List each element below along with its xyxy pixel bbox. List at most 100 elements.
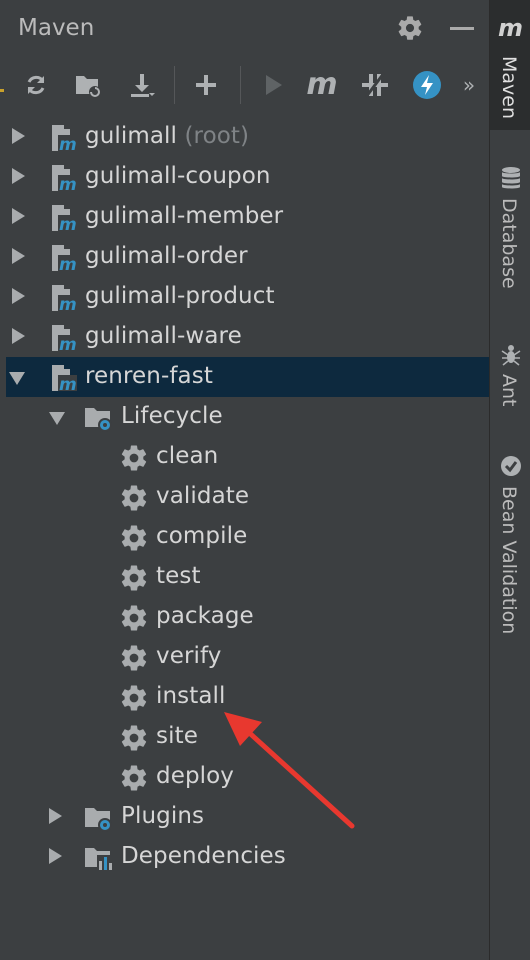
- collapse-chevron-icon[interactable]: [9, 372, 25, 385]
- more-chevrons-icon[interactable]: »: [452, 68, 486, 102]
- maven-module-icon: m: [49, 163, 79, 195]
- lifecycle-goal-clean[interactable]: clean: [0, 437, 489, 477]
- goal-label: install: [156, 683, 226, 709]
- lifecycle-label: Lifecycle: [121, 403, 223, 429]
- maven-module-icon: m: [49, 243, 79, 275]
- panel-title: Maven: [18, 15, 95, 41]
- expand-chevron-icon[interactable]: [12, 288, 25, 304]
- download-icon[interactable]: [125, 68, 159, 102]
- settings-gear-icon[interactable]: [396, 14, 424, 42]
- expand-chevron-icon[interactable]: [12, 168, 25, 184]
- svg-text:m: m: [59, 215, 77, 233]
- project-name: gulimall-member: [85, 203, 284, 229]
- lifecycle-goal-deploy[interactable]: deploy: [0, 757, 489, 797]
- maven-tool-window: Maven m » m gulimall (root) m gulimall-c…: [0, 0, 489, 960]
- goal-label: clean: [156, 443, 219, 469]
- gear-icon: [119, 723, 149, 753]
- gear-icon: [119, 443, 149, 473]
- maven-toolbar: m »: [0, 58, 489, 110]
- run-icon[interactable]: [256, 68, 290, 102]
- project-name: gulimall-ware: [85, 323, 242, 349]
- database-tool-tab[interactable]: Database: [490, 160, 530, 310]
- project-name: renren-fast: [85, 363, 213, 389]
- tool-window-header: Maven: [0, 0, 489, 56]
- goal-label: deploy: [156, 763, 235, 789]
- expand-chevron-icon[interactable]: [12, 248, 25, 264]
- bean-validation-tool-tab[interactable]: Bean Validation: [490, 452, 530, 662]
- goal-label: validate: [156, 483, 250, 509]
- plugins-label: Plugins: [121, 803, 205, 829]
- root-suffix: (root): [184, 123, 250, 149]
- project-name: gulimall-product: [85, 283, 275, 309]
- goal-label: package: [156, 603, 254, 629]
- expand-chevron-icon[interactable]: [12, 328, 25, 344]
- plugins-folder-icon: [83, 803, 113, 833]
- gear-icon: [119, 683, 149, 713]
- project-name: gulimall: [85, 123, 178, 149]
- svg-text:m: m: [59, 295, 77, 313]
- expand-chevron-icon[interactable]: [49, 848, 62, 864]
- maven-tool-tab[interactable]: m Maven: [490, 0, 530, 130]
- collapse-chevron-icon[interactable]: [49, 412, 65, 425]
- lifecycle-goal-validate[interactable]: validate: [0, 477, 489, 517]
- dependencies-icon: [83, 843, 113, 873]
- gear-icon: [119, 563, 149, 593]
- offline-lightning-icon[interactable]: [410, 68, 444, 102]
- goal-label: verify: [156, 643, 222, 669]
- tree-item-project[interactable]: m gulimall-product: [0, 277, 489, 317]
- ant-tool-tab[interactable]: Ant: [490, 338, 530, 418]
- gear-icon: [119, 523, 149, 553]
- lifecycle-goal-package[interactable]: package: [0, 597, 489, 637]
- expand-chevron-icon[interactable]: [12, 208, 25, 224]
- maven-module-icon: m: [49, 323, 79, 355]
- add-icon[interactable]: [189, 68, 223, 102]
- tree-item-project[interactable]: m gulimall-order: [0, 237, 489, 277]
- maven-goal-icon[interactable]: m: [305, 68, 339, 102]
- dependencies-label: Dependencies: [121, 843, 286, 869]
- toolbar-separator: [174, 66, 175, 104]
- tree-item-project[interactable]: m gulimall-member: [0, 197, 489, 237]
- bean-validation-tab-label: Bean Validation: [498, 486, 520, 635]
- svg-text:m: m: [59, 135, 77, 153]
- tree-item-project[interactable]: m gulimall (root): [0, 117, 489, 157]
- right-tool-strip: m Maven Database Ant Bean Validation: [489, 0, 530, 960]
- tree-item-project[interactable]: m gulimall-coupon: [0, 157, 489, 197]
- lifecycle-goal-test[interactable]: test: [0, 557, 489, 597]
- svg-text:m: m: [59, 175, 77, 193]
- gear-icon: [119, 483, 149, 513]
- lifecycle-goal-verify[interactable]: verify: [0, 637, 489, 677]
- database-tab-label: Database: [498, 198, 520, 289]
- maven-module-icon: m: [49, 363, 79, 395]
- tree-item-project[interactable]: m gulimall-ware: [0, 317, 489, 357]
- minimize-icon[interactable]: [450, 27, 474, 30]
- tree-item-plugins[interactable]: Plugins: [0, 797, 489, 837]
- goal-label: compile: [156, 523, 248, 549]
- skip-tests-icon[interactable]: [358, 68, 392, 102]
- maven-module-icon: m: [49, 123, 79, 155]
- gear-icon: [119, 603, 149, 633]
- maven-module-icon: m: [49, 283, 79, 315]
- tree-item-dependencies[interactable]: Dependencies: [0, 837, 489, 877]
- svg-text:m: m: [59, 255, 77, 273]
- maven-m-icon: m: [498, 14, 524, 42]
- tree-item-lifecycle[interactable]: Lifecycle: [0, 397, 489, 437]
- generate-sources-icon[interactable]: [71, 68, 105, 102]
- goal-label: site: [156, 723, 198, 749]
- refresh-icon[interactable]: [19, 68, 53, 102]
- expand-chevron-icon[interactable]: [49, 808, 62, 824]
- expand-chevron-icon[interactable]: [12, 128, 25, 144]
- ant-icon: [501, 345, 521, 366]
- project-name: gulimall-order: [85, 243, 248, 269]
- svg-text:m: m: [59, 375, 77, 393]
- goal-label: test: [156, 563, 201, 589]
- svg-text:m: m: [59, 335, 77, 353]
- database-icon: [502, 167, 520, 189]
- ant-tab-label: Ant: [498, 374, 520, 407]
- lifecycle-goal-site[interactable]: site: [0, 717, 489, 757]
- tree-item-project-selected[interactable]: m renren-fast: [6, 357, 489, 397]
- lifecycle-goal-compile[interactable]: compile: [0, 517, 489, 557]
- maven-tab-label: Maven: [498, 56, 520, 120]
- bean-validation-icon: [501, 456, 521, 476]
- lifecycle-goal-install[interactable]: install: [0, 677, 489, 717]
- gear-icon: [119, 763, 149, 793]
